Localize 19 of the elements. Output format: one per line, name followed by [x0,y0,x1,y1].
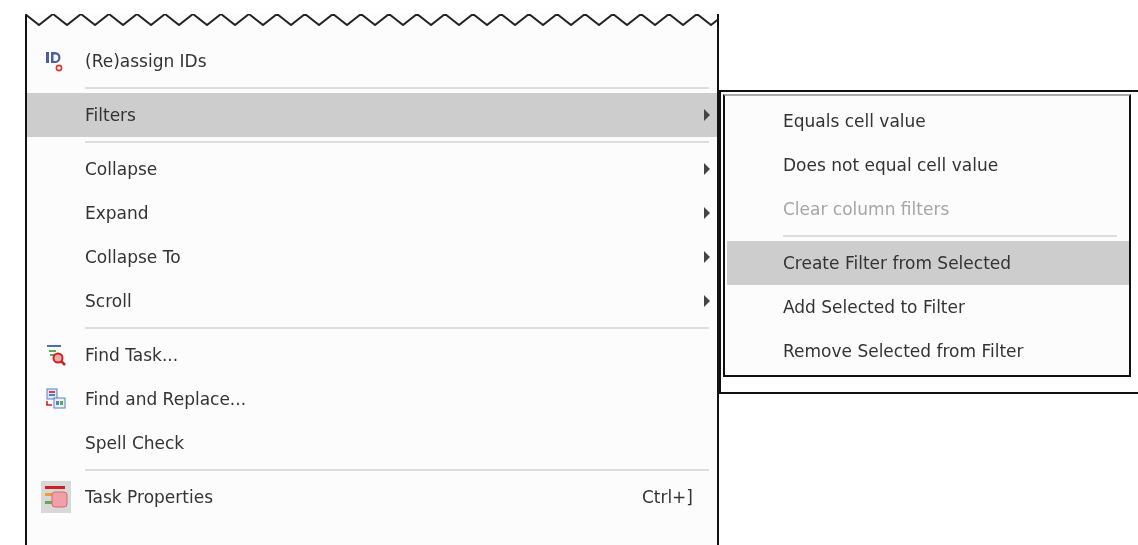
shortcut-label: Ctrl+] [641,487,694,507]
properties-icon [41,481,71,513]
menu-item[interactable]: Remove Selected from Filter [727,329,1129,373]
search-icon [44,343,68,367]
menu-item[interactable]: Expand [27,191,717,235]
menu-item[interactable]: Equals cell value [727,99,1129,143]
find-replace-icon [44,387,68,411]
menu-item[interactable]: Scroll [27,279,717,323]
menu-item[interactable]: Find and Replace... [27,377,717,421]
menu-item[interactable]: Collapse [27,147,717,191]
menu-item[interactable]: (Re)assign IDs [27,39,717,83]
menu-item[interactable]: Does not equal cell value [727,143,1129,187]
menu-item[interactable]: Spell Check [27,421,717,465]
menu-item[interactable]: Add Selected to Filter [727,285,1129,329]
menu-item[interactable]: Find Task... [27,333,717,377]
menu-item[interactable]: Collapse To [27,235,717,279]
menu-item[interactable]: Create Filter from Selected [727,241,1129,285]
menu-item[interactable]: Task Properties Ctrl+] [27,475,717,519]
menu-item[interactable]: Filters [27,93,717,137]
